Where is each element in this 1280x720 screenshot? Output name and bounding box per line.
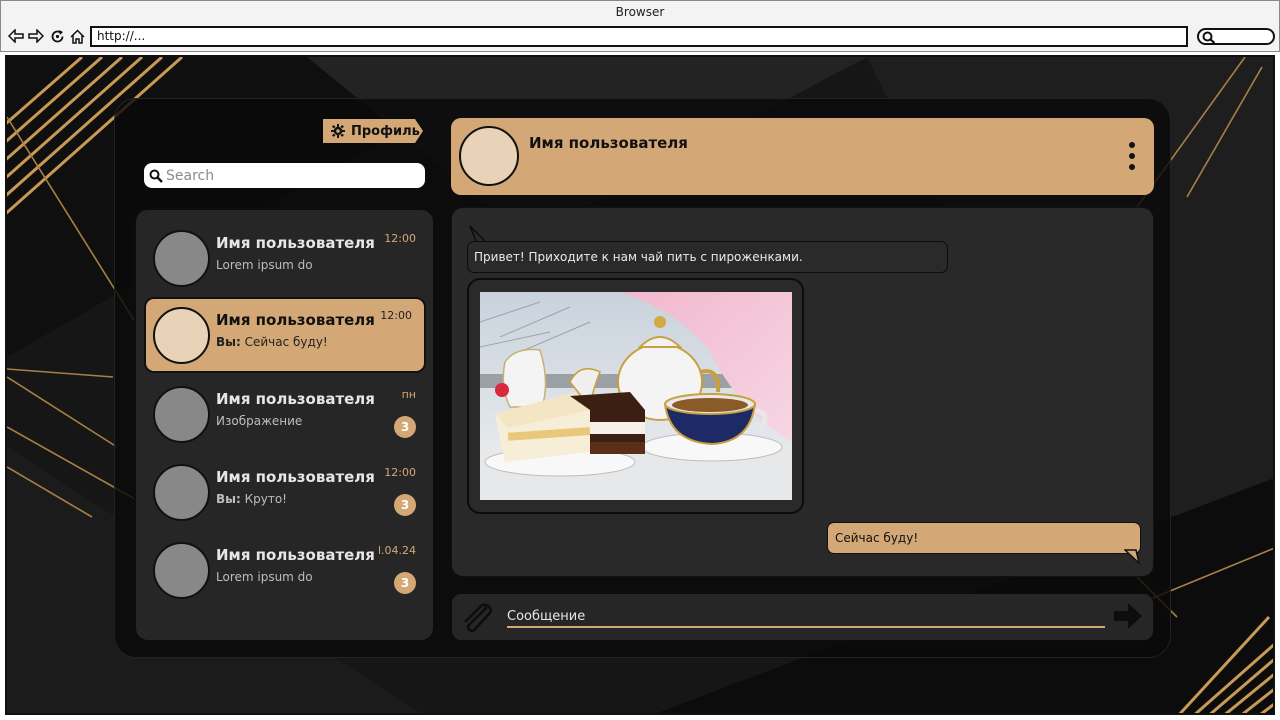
chat-name: Имя пользователя (216, 390, 375, 408)
search-input[interactable] (166, 167, 406, 184)
page-viewport: Профиль Имя пользователя Lorem ipsum do … (5, 55, 1275, 715)
chat-list-item[interactable]: Имя пользователя Lorem ipsum do 12:00 (144, 220, 426, 296)
chat-name: Имя пользователя (216, 546, 375, 564)
profile-label: Профиль (351, 123, 420, 139)
gear-icon (331, 124, 345, 138)
image-message[interactable] (467, 278, 804, 514)
chat-time: 12:00 (384, 466, 416, 479)
chat-list-item-active[interactable]: Имя пользователя Вы: Сейчас буду! 12:00 (144, 297, 426, 373)
chat-time: l.04.24 (377, 544, 416, 557)
contact-name: Имя пользователя (529, 134, 688, 152)
chat-time: 12:00 (384, 232, 416, 245)
profile-button[interactable]: Профиль (323, 119, 423, 143)
chat-header: Имя пользователя (451, 118, 1154, 195)
chat-preview: Изображение (216, 414, 303, 428)
bubble-tail-outgoing (1124, 549, 1141, 565)
message-area: Привет! Приходите к нам чай пить с пирож… (451, 207, 1154, 577)
chat-list-item[interactable]: Имя пользователя Lorem ipsum do l.04.24 … (144, 532, 426, 608)
chat-name: Имя пользователя (216, 234, 375, 252)
chat-time: пн (401, 388, 416, 401)
message-input[interactable] (507, 606, 1105, 628)
unread-badge: 3 (394, 416, 416, 438)
browser-search-box[interactable] (1197, 28, 1275, 45)
avatar (153, 307, 210, 364)
back-icon[interactable] (7, 27, 25, 45)
more-options-icon[interactable] (1128, 142, 1136, 170)
outgoing-message: Сейчас буду! (827, 522, 1141, 554)
chat-search[interactable] (144, 163, 425, 188)
chat-preview: Lorem ipsum do (216, 258, 313, 272)
contact-avatar[interactable] (459, 126, 519, 186)
browser-title: Browser (615, 5, 665, 19)
tea-cake-photo (480, 292, 792, 500)
chat-preview: Вы: Круто! (216, 492, 287, 506)
chat-preview: Lorem ipsum do (216, 570, 313, 584)
avatar (153, 230, 210, 287)
incoming-message: Привет! Приходите к нам чай пить с пирож… (467, 241, 948, 273)
chat-list: Имя пользователя Lorem ipsum do 12:00 Им… (134, 208, 435, 642)
chat-list-item[interactable]: Имя пользователя Вы: Круто! 12:00 3 (144, 454, 426, 530)
unread-badge: 3 (394, 494, 416, 516)
message-composer (451, 593, 1154, 641)
browser-chrome: Browser http://... (0, 0, 1280, 52)
search-icon (149, 169, 163, 183)
home-icon[interactable] (68, 27, 86, 45)
chat-preview: Вы: Сейчас буду! (216, 335, 328, 349)
chat-time: 12:00 (380, 309, 412, 322)
chat-name: Имя пользователя (216, 311, 375, 329)
avatar (153, 386, 210, 443)
address-bar[interactable]: http://... (90, 26, 1188, 47)
chat-name: Имя пользователя (216, 468, 375, 486)
paperclip-icon[interactable] (460, 602, 494, 634)
chat-list-item[interactable]: Имя пользователя Изображение пн 3 (144, 376, 426, 452)
avatar (153, 464, 210, 521)
forward-icon[interactable] (27, 27, 45, 45)
avatar (153, 542, 210, 599)
search-icon (1202, 31, 1216, 44)
unread-badge: 3 (394, 572, 416, 594)
reload-icon[interactable] (48, 27, 66, 45)
send-arrow-icon[interactable] (1112, 601, 1144, 631)
